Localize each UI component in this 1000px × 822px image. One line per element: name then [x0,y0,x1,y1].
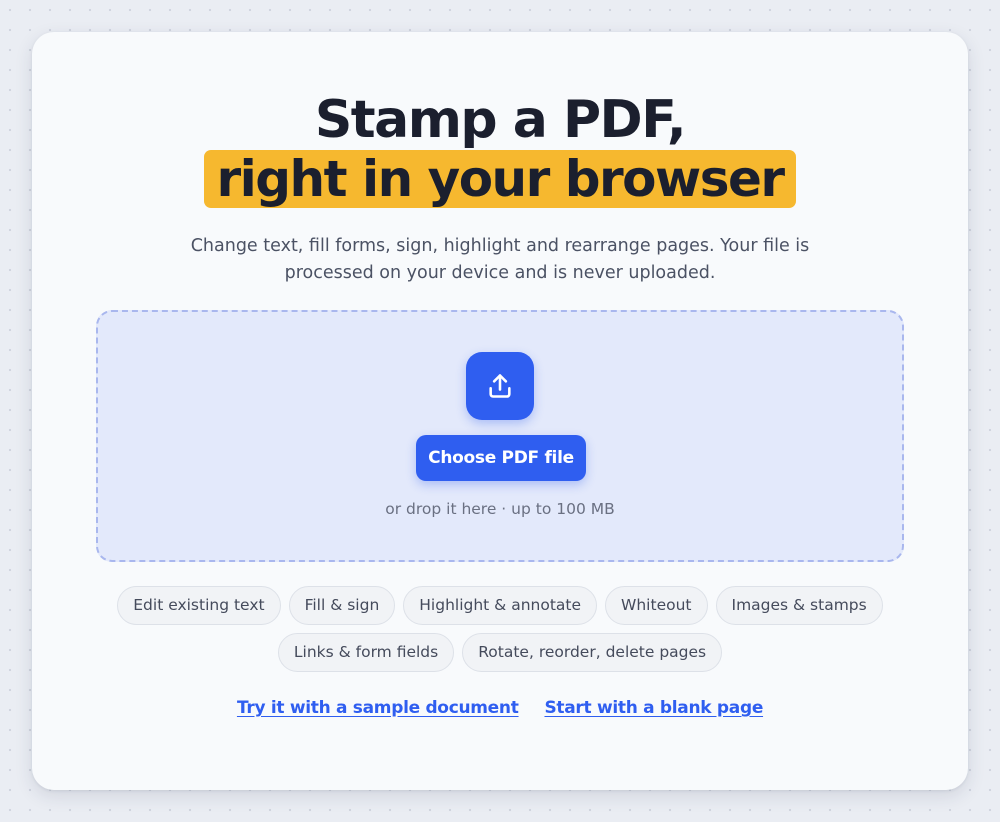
feature-chip-whiteout: Whiteout [605,586,708,625]
feature-chip-links-fields: Links & form fields [277,633,455,672]
start-links: Try it with a sample document Start with… [32,698,968,718]
feature-chip-fill-sign: Fill & sign [288,586,396,625]
feature-chip-edit-text: Edit existing text [117,586,281,625]
title-line-2-highlighted: right in your browser [204,150,796,208]
feature-chip-images-stamps: Images & stamps [715,586,883,625]
feature-chip-pages: Rotate, reorder, delete pages [462,633,723,672]
sample-document-link[interactable]: Try it with a sample document [237,698,519,718]
feature-chip-highlight: Highlight & annotate [403,586,598,625]
page-title: Stamp a PDF, right in your browser [32,90,968,214]
upload-icon[interactable] [466,352,534,420]
blank-page-link[interactable]: Start with a blank page [544,698,763,718]
drop-hint: or drop it here · up to 100 MB [385,500,615,518]
feature-chips: Edit existing text Fill & sign Highlight… [92,586,908,672]
page-subtitle: Change text, fill forms, sign, highlight… [190,236,810,283]
choose-pdf-button[interactable]: Choose PDF file [416,435,586,481]
title-line-1: Stamp a PDF, [314,90,687,150]
file-dropzone[interactable]: Choose PDF file or drop it here · up to … [96,310,904,562]
main-card: Stamp a PDF, right in your browser Chang… [32,32,968,790]
